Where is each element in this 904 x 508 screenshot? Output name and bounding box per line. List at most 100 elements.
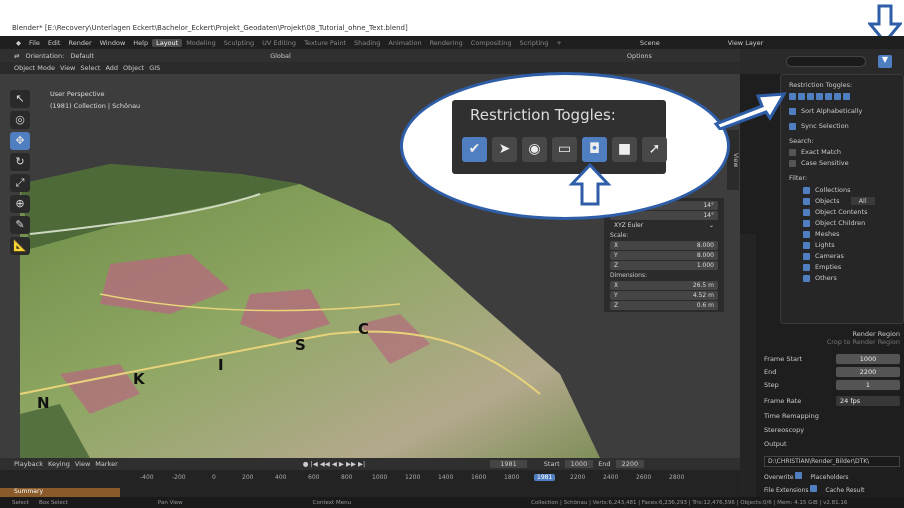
rotate-icon[interactable]: ↻ (10, 153, 30, 171)
tab-texture-paint[interactable]: Texture Paint (300, 39, 350, 47)
menu-window[interactable]: Window (96, 39, 130, 47)
transform-orientation-dropdown[interactable]: Global (270, 52, 291, 60)
keying-menu[interactable]: Keying (48, 460, 70, 468)
add-workspace-button[interactable]: + (552, 39, 565, 47)
frame-end-field[interactable]: 2200 (836, 367, 900, 377)
viewport-header: Object Mode View Select Add Object GIS (0, 62, 740, 74)
tab-sculpting[interactable]: Sculpting (220, 39, 258, 47)
exact-match-checkbox[interactable] (789, 148, 796, 156)
scale-z-field[interactable]: Z 1.000 (610, 261, 718, 270)
frame-rate-dropdown[interactable]: 24 fps (836, 396, 900, 406)
tab-shading[interactable]: Shading (350, 39, 384, 47)
output-panel[interactable]: Output (764, 440, 787, 448)
summary-channel[interactable]: Summary (0, 488, 120, 497)
timeline-view-menu[interactable]: View (75, 460, 90, 468)
objects-checkbox[interactable] (803, 197, 810, 205)
toggle-exclude-icon[interactable] (789, 93, 796, 100)
options-dropdown[interactable]: Options (627, 52, 652, 60)
scene-selector[interactable]: Scene (636, 39, 664, 47)
playback-controls[interactable]: ● |◀ ◀◀ ◀ ▶ ▶▶ ▶| (303, 460, 365, 468)
menu-object[interactable]: Object (123, 64, 144, 72)
overwrite-checkbox[interactable] (795, 472, 803, 479)
file-extensions-checkbox[interactable] (810, 485, 818, 492)
menu-edit[interactable]: Edit (44, 39, 65, 47)
time-remapping-panel[interactable]: Time Remapping (764, 412, 819, 420)
annotate-icon[interactable]: ✎ (10, 216, 30, 234)
tab-modeling[interactable]: Modeling (182, 39, 220, 47)
restriction-toggles-row (789, 93, 895, 100)
scale-icon[interactable]: ⤢ (10, 174, 30, 192)
menu-render[interactable]: Render (64, 39, 95, 47)
scale-y-field[interactable]: Y 8.000 (610, 251, 718, 260)
dimension-x-field[interactable]: X 26.5 m (610, 281, 718, 290)
frame-range: Frame Start 1000 End 2200 Step 1 Frame Rate… (764, 354, 900, 406)
current-frame-field[interactable]: 1981 (490, 460, 527, 468)
toggle-indirect-icon[interactable] (843, 93, 850, 100)
outliner-search-input[interactable] (786, 56, 866, 67)
tab-layout[interactable]: Layout (152, 38, 183, 47)
tab-uv-editing[interactable]: UV Editing (258, 39, 300, 47)
stereoscopy-panel[interactable]: Stereoscopy (764, 426, 804, 434)
frame-step-field[interactable]: 1 (836, 380, 900, 390)
empties-checkbox[interactable] (803, 263, 810, 271)
move-icon[interactable]: ✥ (10, 132, 30, 150)
menu-add[interactable]: Add (105, 64, 118, 72)
start-label: Start (543, 460, 560, 468)
object-contents-checkbox[interactable] (803, 208, 810, 216)
filter-icon[interactable]: ▼ (878, 55, 892, 68)
frame-ruler[interactable]: -400 -200 0 200 400 600 800 1000 1200 14… (120, 474, 720, 484)
menu-help[interactable]: Help (129, 39, 152, 47)
blender-logo-icon[interactable]: ◆ (12, 39, 25, 47)
toggle-disable-viewport-icon[interactable] (816, 93, 823, 100)
ruler-tick: 2800 (669, 474, 685, 481)
rotation-mode-dropdown[interactable]: XYZ Euler ⌄ (610, 221, 718, 230)
orientation-dropdown[interactable]: Default (70, 52, 94, 60)
ruler-tick: 2400 (603, 474, 619, 481)
scale-x-field[interactable]: X 8.000 (610, 241, 718, 250)
cursor-icon[interactable]: ◎ (10, 111, 30, 129)
frame-start-field[interactable]: 1000 (836, 354, 900, 364)
dimension-y-field[interactable]: Y 4.52 m (610, 291, 718, 300)
menu-gis[interactable]: GIS (149, 64, 160, 72)
checkbox-icon: ✔ (462, 137, 487, 162)
menu-select[interactable]: Select (80, 64, 100, 72)
objects-filter-dropdown[interactable]: All (850, 197, 875, 205)
others-checkbox[interactable] (803, 274, 810, 282)
tab-rendering[interactable]: Rendering (426, 39, 467, 47)
ruler-tick: 1400 (438, 474, 454, 481)
ruler-tick: 1600 (471, 474, 487, 481)
meshes-checkbox[interactable] (803, 230, 810, 238)
dimension-z-field[interactable]: Z 0.6 m (610, 301, 718, 310)
toggle-render-icon[interactable] (825, 93, 832, 100)
marker-menu[interactable]: Marker (95, 460, 117, 468)
sort-alphabetically-label: Sort Alphabetically (801, 107, 863, 115)
tab-compositing[interactable]: Compositing (467, 39, 516, 47)
lights-checkbox[interactable] (803, 241, 810, 249)
toggle-select-icon[interactable] (798, 93, 805, 100)
scale-label: Scale: (610, 232, 629, 239)
playback-menu[interactable]: Playback (14, 460, 43, 468)
current-frame-marker[interactable]: 1981 (534, 474, 556, 481)
output-path-field[interactable]: D:\CHRISTIAN\Render_Bilder\DTK\ (764, 456, 900, 467)
toggle-hide-icon[interactable] (807, 93, 814, 100)
select-cursor-icon[interactable]: ↖ (10, 90, 30, 108)
cameras-checkbox[interactable] (803, 252, 810, 260)
tab-animation[interactable]: Animation (384, 39, 425, 47)
menu-file[interactable]: File (25, 39, 44, 47)
sync-selection-checkbox[interactable] (789, 122, 796, 130)
transform-icon[interactable]: ⇄ (14, 52, 19, 60)
sort-alphabetically-checkbox[interactable] (789, 107, 796, 115)
start-frame-field[interactable]: 1000 (564, 460, 594, 468)
transform-icon[interactable]: ⊕ (10, 195, 30, 213)
end-frame-field[interactable]: 2200 (615, 460, 645, 468)
toggle-holdout-icon[interactable] (834, 93, 841, 100)
view-layer-selector[interactable]: View Layer (724, 39, 768, 47)
mode-dropdown[interactable]: Object Mode (14, 64, 55, 72)
collections-checkbox[interactable] (803, 186, 810, 194)
object-children-checkbox[interactable] (803, 219, 810, 227)
tab-scripting[interactable]: Scripting (516, 39, 553, 47)
case-sensitive-checkbox[interactable] (789, 159, 796, 167)
menu-view[interactable]: View (60, 64, 75, 72)
measure-icon[interactable]: 📐 (10, 237, 30, 255)
view-perspective-label: User Perspective (50, 90, 105, 98)
